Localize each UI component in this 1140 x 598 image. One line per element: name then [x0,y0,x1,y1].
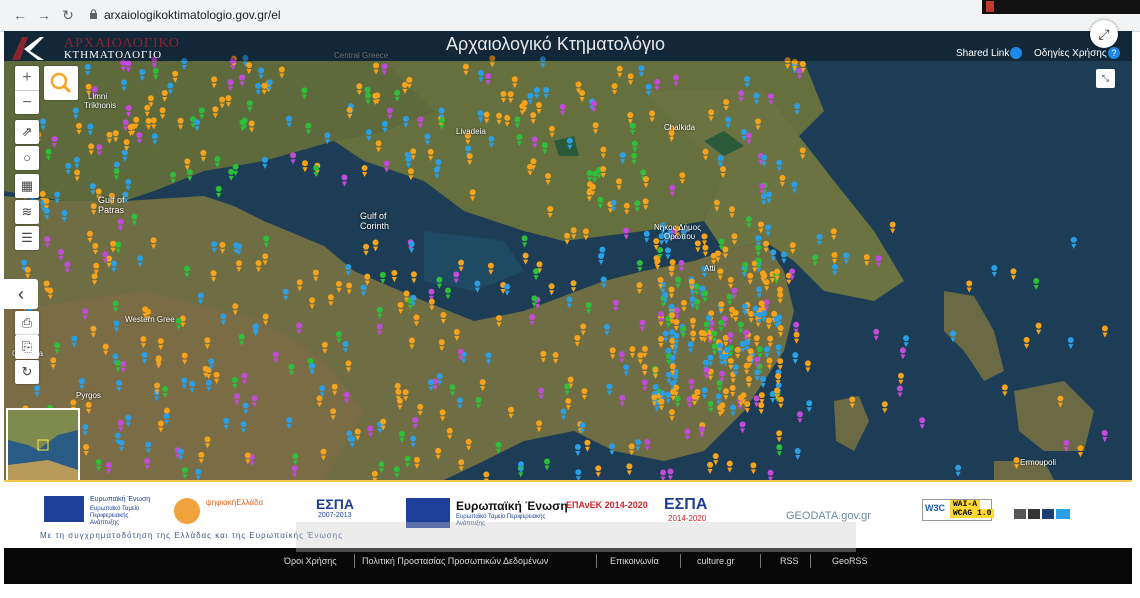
zoom-out-button[interactable]: − [15,90,39,115]
thumbnail-strip [296,522,856,552]
separator [354,554,355,568]
map-canvas[interactable]: Limni Trikhonis Gulf of Patras Gulf of C… [4,31,1132,480]
page-bottom [0,584,1140,598]
wcag-version: WCAG 1.0 [950,509,995,518]
geodata-logo[interactable]: GEODATA.gov.gr [786,510,871,522]
logo-line2: ΚΤΗΜΑΤΟΛΟΓΙΟ [64,49,163,61]
minimap-svg [8,410,78,480]
footer-link-privacy[interactable]: Πολιτική Προστασίας Προσωπικών Δεδομένων [362,556,548,566]
lock-icon [90,9,97,19]
map-svg [4,31,1132,480]
measure-icon[interactable]: ⇗ [15,120,39,144]
basemap-icon[interactable]: ▦ [15,174,39,198]
footer-link-culture[interactable]: culture.gr [697,556,735,566]
screenshot-icon[interactable]: ⎙ [15,311,39,335]
w3c-text: W3C [925,503,945,513]
separator [810,554,811,568]
eu-flag-logo [44,496,84,522]
footer-link-rss[interactable]: RSS [780,556,799,566]
overview-minimap[interactable] [6,408,80,482]
url-text[interactable]: arxaiologikoktimatologio.gov.gr/el [104,8,281,22]
locate-icon[interactable]: ○ [15,146,39,170]
footer-links-bar [4,548,1132,584]
separator [596,554,597,568]
search-button[interactable] [44,66,78,100]
eu-text: Ευρωπαϊκή Ένωση [90,496,151,503]
site-marker[interactable] [483,471,490,480]
espa-years: 2007-2013 [318,512,352,519]
reload-icon[interactable]: ↻ [60,7,76,23]
separator [760,554,761,568]
expand-map-icon[interactable]: ⤡ [1096,69,1115,88]
fullscreen-icon[interactable]: ⤢ [1090,20,1118,48]
legend-icon[interactable]: ☰ [15,226,39,250]
page-title: Αρχαιολογικό Κτηματολόγιο [446,34,665,54]
wcag-level: WAI-A [950,500,981,509]
search-icon [50,72,72,94]
site-marker[interactable] [371,470,378,480]
contrast-toggle-icons[interactable] [1014,509,1070,519]
forward-arrow-icon[interactable]: → [36,7,52,23]
footer-link-terms[interactable]: Όροι Χρήσης [284,556,337,566]
print-icon[interactable]: ⎘ [15,335,39,359]
layers-icon[interactable]: ≋ [15,200,39,224]
ak-logo [12,37,44,60]
user-guide-link[interactable]: Οδηγίες Χρήσης [1034,48,1107,59]
eu-text-2: Ευρωπαϊκή Ένωση [456,499,568,513]
digital-greece-logo [174,498,200,524]
zoom-control: + − [15,66,39,114]
epanek-logo: ΕΠΑνΕΚ 2014-2020 [566,500,648,510]
share-icon[interactable] [1010,47,1022,59]
shared-link-button[interactable]: Shared Link [956,48,1009,59]
eu-subtext: Ευρωπαϊκό Ταμείο Περιφερειακής Ανάπτυξης [90,506,140,526]
zoom-in-button[interactable]: + [15,66,39,90]
espa-logo-2: ΕΣΠΑ [664,496,708,513]
help-icon[interactable]: ? [1108,47,1120,59]
back-arrow-icon[interactable]: ← [12,7,28,23]
footer-link-contact[interactable]: Επικοινωνία [610,556,659,566]
browser-extensions-area [982,0,1140,14]
collapse-panel-button[interactable]: ‹ [4,279,38,309]
extension-icon[interactable] [986,1,994,12]
refresh-icon[interactable]: ↻ [15,360,39,384]
footer-link-georss[interactable]: GeoRSS [832,556,868,566]
digital-greece-text: ψηφιακήΕλλάδα [206,498,264,507]
espa-logo: ΕΣΠΑ [316,496,354,512]
separator [680,554,681,568]
